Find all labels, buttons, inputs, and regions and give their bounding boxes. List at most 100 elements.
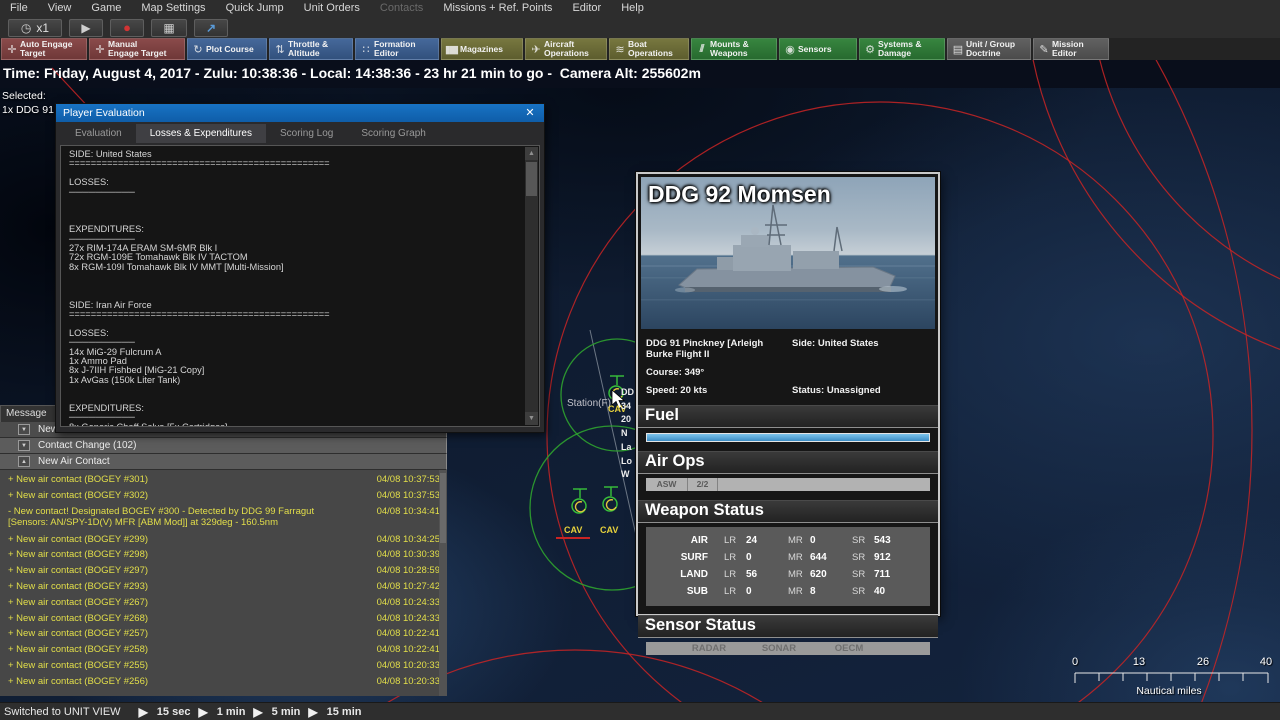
station-label: Station(F) <box>567 398 611 409</box>
unit-summary: DDG 91 Pinckney [Arleigh Burke Flight II… <box>638 332 938 396</box>
log-entry[interactable]: + New air contact (BOGEY #299) 04/08 10:3… <box>0 533 446 549</box>
jump-arrow-icon: ↗ <box>205 20 217 35</box>
app-window: Station(F) CAV CAV CAV DD 34 20 N La Lo … <box>0 0 1280 720</box>
losses-expenditures-text: SIDE: United States ====================… <box>69 149 330 427</box>
aircraft-operations-button[interactable]: ✈ Aircraft Operations <box>525 38 607 60</box>
unit-course: Course: 349° <box>646 367 705 378</box>
play-step-icon: ▶ <box>198 704 208 719</box>
time-compression-button[interactable]: ◷ x1 <box>8 18 62 37</box>
player-evaluation-dialog: Player Evaluation ✕ Evaluation Losses & … <box>55 103 545 433</box>
message-log-scrollbar[interactable] <box>439 470 447 696</box>
fuel-gauge <box>646 433 930 442</box>
boat-icon: ≋ <box>615 43 624 56</box>
mission-editor-button[interactable]: ✎ Mission Editor <box>1033 38 1109 60</box>
scroll-down-icon[interactable]: ▼ <box>525 412 538 425</box>
menu-view[interactable]: View <box>38 0 82 17</box>
scrollbar-thumb[interactable] <box>440 473 446 543</box>
play-icon: ▶ <box>81 20 91 35</box>
boat-operations-button[interactable]: ≋ Boat Operations <box>609 38 689 60</box>
log-entry[interactable]: + New air contact (BOGEY #257) 04/08 10:2… <box>0 627 446 643</box>
systems-damage-button[interactable]: ⚙ Systems & Damage <box>859 38 945 60</box>
pencil-icon: ✎ <box>1039 43 1048 56</box>
formation-editor-button[interactable]: ∷ Formation Editor <box>355 38 439 60</box>
air-ops-bar: ASW 2/2 <box>646 478 930 491</box>
mounts-weapons-button[interactable]: ///Mounts & Weapons <box>691 38 777 60</box>
sensor-oecm: OECM <box>834 643 864 654</box>
tab-scoring-log[interactable]: Scoring Log <box>266 124 347 143</box>
weapon-row-surf: SURF LR 0 MR 644 SR 912 <box>680 552 891 563</box>
log-entry[interactable]: + New air contact (BOGEY #302) 04/08 10:3… <box>0 489 446 505</box>
log-entry[interactable]: + New air contact (BOGEY #255) 04/08 10:2… <box>0 659 446 675</box>
close-icon[interactable]: ✕ <box>522 104 538 122</box>
scale-units-label: Nautical miles <box>1136 685 1202 697</box>
collapse-icon[interactable]: ▼ <box>18 424 30 435</box>
tab-losses-expenditures[interactable]: Losses & Expenditures <box>135 124 266 143</box>
menu-unit-orders[interactable]: Unit Orders <box>294 0 370 17</box>
unit-group-doctrine-button[interactable]: ▤ Unit / Group Doctrine <box>947 38 1031 60</box>
tab-scoring-graph[interactable]: Scoring Graph <box>347 124 439 143</box>
manual-engage-target-button[interactable]: ✛ Manual Engage Target <box>89 38 185 60</box>
time-compression-value: x1 <box>36 20 50 35</box>
log-entry[interactable]: + New air contact (BOGEY #301) 04/08 10:3… <box>0 473 446 489</box>
scale-ruler <box>1074 672 1269 683</box>
log-entry[interactable]: + New air contact (BOGEY #258) 04/08 10:2… <box>0 643 446 659</box>
unit-info-panel: DDG 92 Momsen DDG 91 Pinckney [Arleigh B… <box>636 172 940 655</box>
dialog-title[interactable]: Player Evaluation <box>56 104 544 122</box>
log-group-new-air-contact[interactable]: ▲ New Air Contact <box>0 454 447 470</box>
sensor-status-bar: RADAR SONAR OECM <box>646 642 930 655</box>
sensor-sonar: SONAR <box>761 643 797 654</box>
message-log-tab[interactable]: Message Log <box>0 405 62 434</box>
log-entry[interactable]: + New air contact (BOGEY #267) 04/08 10:2… <box>0 596 446 612</box>
weapon-status-table: AIR LR 24 MR 0 SR 543 SURF LR 0 MR 644 SR 912 … <box>646 527 930 606</box>
magazines-button[interactable]: ▮▮▮ Magazines <box>441 38 523 60</box>
sensor-icon: ◉ <box>785 43 795 56</box>
scale-tick-label: 26 <box>1196 656 1210 668</box>
scrollbar-thumb[interactable] <box>526 162 537 196</box>
throttle-altitude-button[interactable]: ⇅ Throttle & Altitude <box>269 38 353 60</box>
time-step-15sec[interactable]: ▶ 15 sec <box>139 705 191 719</box>
log-entry[interactable]: + New air contact (BOGEY #298) 04/08 10:3… <box>0 548 446 564</box>
unit-label-cav: CAV <box>600 525 619 535</box>
record-button[interactable]: ● <box>110 18 144 37</box>
menu-file[interactable]: File <box>0 0 38 17</box>
plot-course-button[interactable]: ↻ Plot Course <box>187 38 267 60</box>
clock-icon: ◷ <box>20 20 32 35</box>
log-entry[interactable]: + New air contact (BOGEY #293) 04/08 10:2… <box>0 580 446 596</box>
menu-contacts: Contacts <box>379 2 424 14</box>
menu-bar: File View Game Map Settings Quick Jump U… <box>0 0 1280 17</box>
time-step-1min[interactable]: ▶ 1 min <box>198 705 245 719</box>
menu-map-settings[interactable]: Map Settings <box>131 0 215 17</box>
log-entry[interactable]: + New air contact (BOGEY #256) 04/08 10:2… <box>0 675 446 691</box>
expand-icon[interactable]: ▲ <box>18 456 30 467</box>
weapon-status-section-header: Weapon Status <box>638 500 938 523</box>
play-button[interactable]: ▶ <box>69 18 103 37</box>
menu-quick-jump[interactable]: Quick Jump <box>216 0 294 17</box>
time-status-text: Time: Friday, August 4, 2017 - Zulu: 10:… <box>3 65 701 81</box>
magazines-icon: ▮▮▮ <box>444 43 459 56</box>
sensors-button[interactable]: ◉ Sensors <box>779 38 857 60</box>
menu-game[interactable]: Game <box>81 0 131 17</box>
log-entry[interactable]: + New air contact (BOGEY #297) 04/08 10:2… <box>0 564 446 580</box>
auto-engage-target-button[interactable]: ✛ Auto Engage Target <box>1 38 87 60</box>
menu-help[interactable]: Help <box>611 0 654 17</box>
log-entry[interactable]: - New contact! Designated BOGEY #300 - D… <box>0 505 446 533</box>
screenshot-button[interactable]: ▦ <box>151 18 187 37</box>
course-icon: ↻ <box>193 43 202 56</box>
menu-editor[interactable]: Editor <box>562 0 611 17</box>
selected-unit-readout: Selected: 1x DDG 91 <box>2 90 54 116</box>
dialog-scrollbar[interactable]: ▲ ▼ <box>525 147 538 425</box>
log-group-contact-change[interactable]: ▼ Contact Change (102) <box>0 438 447 454</box>
message-log-panel: Message Log ▼ New Surfac ▼ Contact Chang… <box>0 405 448 702</box>
log-entry[interactable]: + New air contact (BOGEY #268) 04/08 10:2… <box>0 612 446 628</box>
unit-title: DDG 92 Momsen <box>648 181 831 207</box>
collapse-icon[interactable]: ▼ <box>18 440 30 451</box>
tab-evaluation[interactable]: Evaluation <box>61 124 136 143</box>
engage-arrows-icon: ✛ <box>7 43 16 56</box>
time-step-15min[interactable]: ▶ 15 min <box>308 705 361 719</box>
dialog-tab-bar: Evaluation Losses & Expenditures Scoring… <box>56 122 544 143</box>
scroll-up-icon[interactable]: ▲ <box>525 147 538 160</box>
menu-missions-ref-points[interactable]: Missions + Ref. Points <box>433 0 562 17</box>
throttle-icon: ⇅ <box>275 43 284 56</box>
time-step-5min[interactable]: ▶ 5 min <box>253 705 300 719</box>
jump-button[interactable]: ↗ <box>194 18 228 37</box>
